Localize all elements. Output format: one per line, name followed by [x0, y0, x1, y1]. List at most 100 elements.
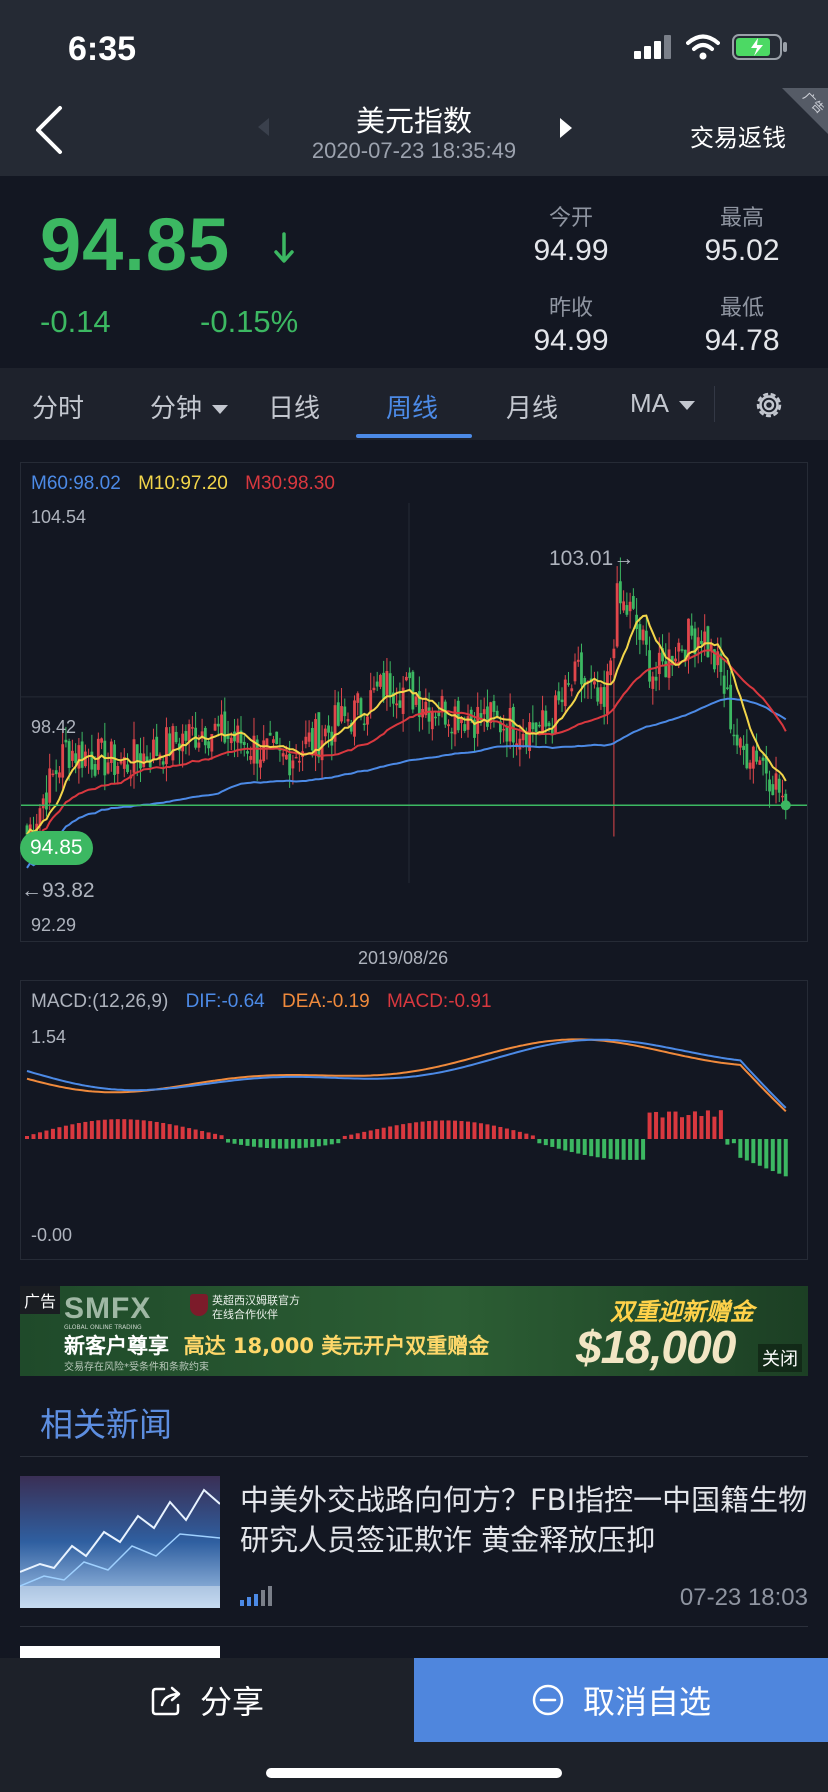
- macd-bar: [679, 1117, 684, 1139]
- candle: [554, 695, 557, 734]
- status-icons: [634, 34, 788, 60]
- macd-bar: [368, 1130, 373, 1139]
- macd-bar: [226, 1139, 231, 1143]
- macd-bar: [582, 1139, 587, 1155]
- candle: [518, 738, 522, 750]
- remove-watchlist-button[interactable]: 取消自选: [414, 1658, 828, 1742]
- macd-bar: [57, 1127, 62, 1139]
- price-change: -0.14: [40, 304, 111, 339]
- macd-bar: [712, 1116, 717, 1139]
- macd-bar: [154, 1121, 159, 1139]
- macd-bar: [764, 1139, 769, 1169]
- battery-icon: [732, 34, 787, 60]
- candle: [404, 676, 408, 681]
- candle: [262, 740, 266, 762]
- macd-bar: [135, 1119, 140, 1139]
- macd-bar: [193, 1129, 198, 1139]
- macd-bar: [420, 1121, 425, 1139]
- quote-panel: 94.85 -0.14 -0.15% 今开 94.99 最高 95.02 昨收 …: [0, 176, 828, 368]
- candle: [51, 773, 55, 776]
- macd-bar: [141, 1120, 146, 1139]
- candle: [774, 773, 778, 790]
- macd-bar: [504, 1128, 509, 1139]
- ad-banner[interactable]: 广告 SMFX GLOBAL ONLINE TRADING 英超西汉姆联官方 在…: [20, 1286, 808, 1376]
- tab-weekly[interactable]: 周线: [386, 388, 438, 425]
- macd-bar: [70, 1124, 75, 1139]
- candle: [190, 727, 194, 729]
- gear-icon[interactable]: [752, 388, 786, 422]
- candle: [375, 681, 379, 687]
- tab-monthly[interactable]: 月线: [506, 388, 558, 425]
- candle: [246, 751, 249, 754]
- macd-bar: [264, 1139, 269, 1148]
- macd-bar: [738, 1139, 743, 1158]
- candle: [664, 661, 668, 678]
- candle: [168, 733, 172, 755]
- wifi-icon: [686, 34, 720, 60]
- macd-bar: [453, 1120, 458, 1139]
- candle: [327, 725, 330, 733]
- macd-bar: [647, 1112, 652, 1139]
- candle: [336, 702, 340, 726]
- next-symbol-icon[interactable]: [560, 118, 572, 138]
- candle: [93, 764, 97, 776]
- macd-bar: [433, 1120, 438, 1139]
- macd-chart[interactable]: MACD:(12,26,9) DIF:-0.64 DEA:-0.19 MACD:…: [20, 980, 808, 1260]
- macd-bar: [109, 1119, 114, 1139]
- candle: [537, 724, 541, 727]
- macd-bar: [602, 1139, 607, 1159]
- news-thumbnail: [20, 1476, 220, 1608]
- macd-bar: [608, 1139, 613, 1159]
- candle: [45, 792, 48, 810]
- macd-bar: [459, 1121, 464, 1139]
- tab-minute[interactable]: 分钟: [150, 388, 229, 425]
- candle: [622, 601, 626, 611]
- price-chart[interactable]: M60:98.02 M10:97.20 M30:98.30 104.54 98.…: [20, 462, 808, 942]
- ad-close-button[interactable]: 关闭: [758, 1344, 802, 1372]
- candle: [281, 753, 285, 757]
- candle: [748, 762, 752, 769]
- minus-circle-icon: [532, 1684, 564, 1716]
- macd-bar: [206, 1132, 211, 1139]
- macd-bar: [76, 1123, 81, 1139]
- macd-bar: [699, 1116, 704, 1139]
- candle: [508, 707, 512, 742]
- macd-bar: [563, 1139, 568, 1151]
- candle: [90, 751, 94, 770]
- macd-bar: [440, 1120, 445, 1139]
- candle: [648, 650, 651, 682]
- candle: [41, 798, 45, 809]
- candle: [353, 700, 356, 737]
- candle: [593, 681, 596, 685]
- macd-bar: [290, 1139, 295, 1149]
- macd-bar: [517, 1131, 522, 1139]
- candle: [310, 727, 314, 751]
- macd-bar: [731, 1139, 736, 1144]
- macd-bar: [355, 1133, 360, 1139]
- candle: [216, 723, 220, 727]
- share-button[interactable]: 分享: [0, 1658, 414, 1742]
- candle: [304, 736, 308, 745]
- tab-indicator-ma[interactable]: MA: [630, 388, 695, 419]
- macd-bar: [342, 1135, 347, 1139]
- candle: [161, 761, 165, 765]
- nav-bar: 美元指数 2020-07-23 18:35:49 交易返钱 广告: [0, 88, 828, 176]
- news-heading: 相关新闻: [40, 1405, 172, 1444]
- chevron-down-icon: [212, 405, 229, 414]
- candle: [599, 687, 603, 704]
- macd-bar: [336, 1139, 341, 1144]
- tab-timeshare[interactable]: 分时: [32, 388, 84, 425]
- candle: [181, 733, 185, 752]
- macd-bar: [102, 1119, 107, 1139]
- candle: [486, 706, 489, 727]
- tab-daily[interactable]: 日线: [268, 388, 320, 425]
- share-icon: [151, 1686, 181, 1716]
- candle: [456, 700, 460, 731]
- candle: [755, 750, 758, 762]
- candle: [502, 728, 506, 731]
- macd-bar: [718, 1110, 723, 1139]
- candle: [541, 710, 544, 733]
- candle: [768, 779, 771, 792]
- macd-bar: [667, 1111, 672, 1139]
- trade-rebate-link[interactable]: 交易返钱: [690, 118, 786, 153]
